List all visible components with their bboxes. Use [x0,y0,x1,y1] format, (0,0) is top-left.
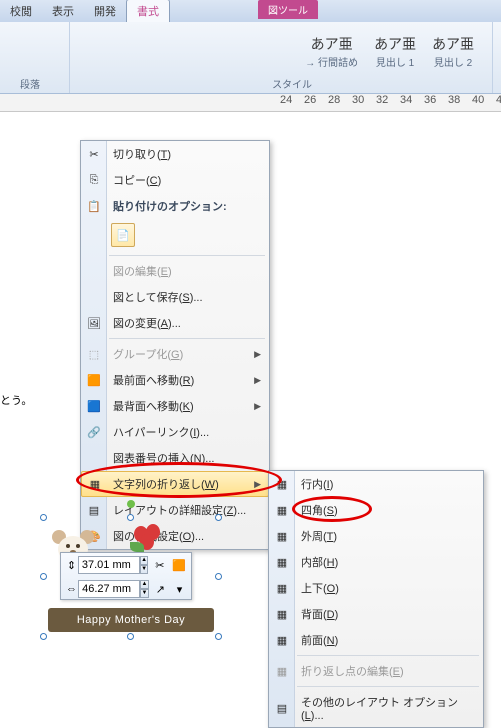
rotate-handle[interactable] [127,500,135,508]
wrap-front[interactable]: ▦前面(N) [269,627,483,653]
height-spinner[interactable]: ▲▼ [140,556,149,574]
width-icon: ⇔ [65,583,78,595]
more-layout-icon: ▤ [273,699,291,717]
edit-points-icon: ▦ [273,662,291,680]
ctx-cut[interactable]: ✂切り取り(T) [81,141,269,167]
wrap-behind-icon: ▦ [273,605,291,623]
tool-context-label: 図ツール [258,0,318,19]
ctx-copy[interactable]: ⎘コピー(C) [81,167,269,193]
extra-button-2[interactable]: ↗ [153,579,168,599]
resize-handle[interactable] [215,633,222,640]
width-spinner[interactable]: ▲▼ [140,580,149,598]
resize-handle[interactable] [127,633,134,640]
ruler: 24 26 28 30 32 34 36 38 40 42 [0,94,501,112]
ctx-group: ⬚グループ化(G)▶ [81,341,269,367]
ctx-edit-picture: 図の編集(E) [81,258,269,284]
resize-handle[interactable] [215,514,222,521]
resize-handle[interactable] [40,573,47,580]
document-canvas: とう。 ✂切り取り(T) ⎘コピー(C) 📋貼り付けのオプション: 📄 図の編集… [0,112,501,592]
group-paragraph-label: 段落 [20,76,40,91]
tab-review[interactable]: 校閲 [0,0,42,22]
copy-icon: ⎘ [85,171,103,189]
wrap-tight-icon: ▦ [273,527,291,545]
wrap-square[interactable]: ▦四角(S) [269,497,483,523]
wrap-behind[interactable]: ▦背面(D) [269,601,483,627]
resize-handle[interactable] [215,573,222,580]
send-back-icon: 🟦 [85,397,103,415]
wrap-topbottom[interactable]: ▦上下(O) [269,575,483,601]
crop-button[interactable]: ✂ [152,555,167,575]
height-icon: ⇕ [65,559,78,572]
resize-handle[interactable] [127,514,134,521]
layout-icon: ▤ [85,501,103,519]
text-cursor: とう。 [0,392,32,408]
flower-illustration [130,524,166,554]
width-input[interactable] [78,580,140,598]
ribbon-body: 段落 あア亜→ 行間詰め あア亜見出し 1 あア亜見出し 2 スタイル [0,22,501,94]
group-icon: ⬚ [85,345,103,363]
wrap-square-icon: ▦ [273,501,291,519]
ctx-save-as-picture[interactable]: 図として保存(S)... [81,284,269,310]
ctx-insert-caption[interactable]: 図表番号の挿入(N)... [81,445,269,471]
wrap-inline-icon: ▦ [273,475,291,493]
size-mini-toolbar: ⇕ ▲▼ ✂ 🟧 ⇔ ▲▼ ↗ ▾ [60,552,192,600]
clipboard-icon: 📋 [85,197,103,215]
wrap-inline[interactable]: ▦行内(I) [269,471,483,497]
wrap-topbottom-icon: ▦ [273,579,291,597]
wrap-more-options[interactable]: ▤その他のレイアウト オプション(L)... [269,689,483,727]
style-heading1[interactable]: あア亜見出し 1 [366,28,424,75]
group-style-label: スタイル [272,76,312,91]
style-normal[interactable]: あア亜→ 行間詰め [297,28,366,75]
wrap-edit-points: ▦折り返し点の編集(E) [269,658,483,684]
tab-view[interactable]: 表示 [42,0,84,22]
wrap-through[interactable]: ▦内部(H) [269,549,483,575]
ctx-bring-front[interactable]: 🟧最前面へ移動(R)▶ [81,367,269,393]
wrap-through-icon: ▦ [273,553,291,571]
extra-button-3[interactable]: ▾ [172,579,187,599]
wrap-tight[interactable]: ▦外周(T) [269,523,483,549]
context-menu: ✂切り取り(T) ⎘コピー(C) 📋貼り付けのオプション: 📄 図の編集(E) … [80,140,270,550]
wrap-submenu: ▦行内(I) ▦四角(S) ▦外周(T) ▦内部(H) ▦上下(O) ▦背面(D… [268,470,484,728]
wrap-front-icon: ▦ [273,631,291,649]
tab-developer[interactable]: 開発 [84,0,126,22]
style-heading2[interactable]: あア亜見出し 2 [424,28,482,75]
ctx-paste-header: 📋貼り付けのオプション: [81,193,269,219]
resize-handle[interactable] [40,633,47,640]
ctx-send-back[interactable]: 🟦最背面へ移動(K)▶ [81,393,269,419]
extra-button-1[interactable]: 🟧 [171,555,187,575]
ribbon-tabs: 図ツール 校閲 表示 開発 書式 [0,0,501,22]
scissors-icon: ✂ [85,145,103,163]
ctx-text-wrap[interactable]: ▦文字列の折り返し(W)▶ [81,471,269,497]
ctx-hyperlink[interactable]: 🔗ハイパーリンク(I)... [81,419,269,445]
resize-handle[interactable] [40,514,47,521]
mothers-day-banner: Happy Mother's Day [48,608,214,632]
tab-format[interactable]: 書式 [126,0,170,22]
height-input[interactable] [78,556,140,574]
ctx-change-picture[interactable]: 🖼図の変更(A)... [81,310,269,336]
paste-option-1[interactable]: 📄 [111,223,135,247]
hyperlink-icon: 🔗 [85,423,103,441]
wrap-icon: ▦ [86,475,104,493]
picture-swap-icon: 🖼 [85,314,103,332]
bring-front-icon: 🟧 [85,371,103,389]
